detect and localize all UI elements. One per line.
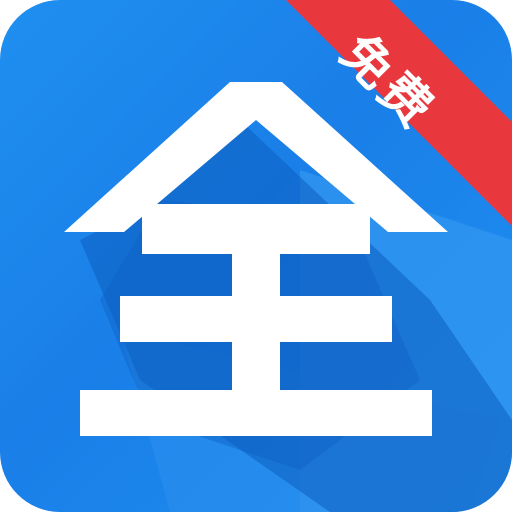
app-icon[interactable]: 免费 [0,0,512,512]
corner-ribbon [286,0,512,226]
